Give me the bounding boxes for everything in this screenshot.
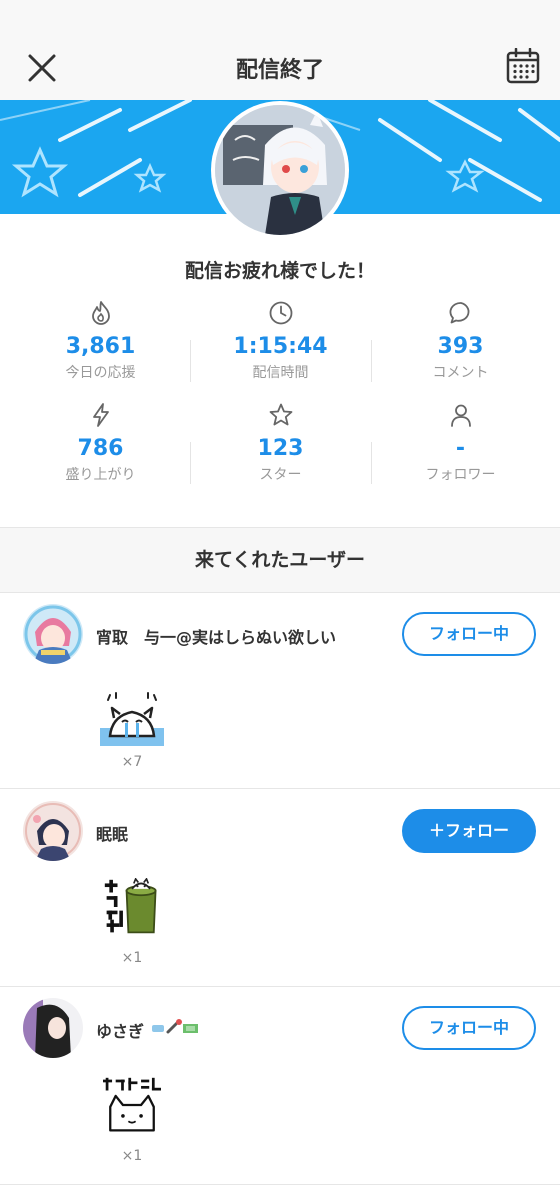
star-decoration — [445, 159, 485, 193]
sticker-count: ×7 — [121, 754, 143, 770]
stream-end-message: 配信お疲れ様でした！ — [184, 260, 375, 282]
stat-value: 123 — [257, 436, 304, 461]
stat-excitement: 786 盛り上がり — [7, 402, 194, 484]
calendar-icon[interactable] — [506, 48, 540, 84]
star-icon — [269, 403, 292, 426]
lightning-icon — [92, 403, 109, 427]
comment-icon — [449, 302, 469, 324]
avatar[interactable] — [23, 998, 83, 1058]
stat-label: 配信時間 — [252, 365, 309, 381]
streamer-avatar[interactable] — [211, 101, 349, 239]
stat-value: 3,861 — [65, 334, 136, 359]
avatar[interactable] — [23, 604, 83, 664]
following-button[interactable]: フォロー中 — [402, 1006, 536, 1050]
stat-label: 盛り上がり — [65, 467, 136, 483]
stat-followers: - フォロワー — [367, 402, 554, 484]
star-decoration — [11, 146, 69, 198]
stat-value: 393 — [437, 334, 484, 359]
stat-stars: 123 スター — [187, 402, 374, 484]
user-name[interactable]: 宵取 与一@実はしらぬい欲しい — [96, 624, 336, 648]
stat-label: コメント — [432, 365, 489, 381]
crying-cat-sticker — [100, 692, 164, 746]
following-button[interactable]: フォロー中 — [402, 612, 536, 656]
page-title: 配信終了 — [235, 58, 324, 83]
section-title: 来てくれたユーザー — [194, 549, 366, 571]
top-bar: 配信終了 — [0, 0, 560, 100]
stat-duration: 1:15:44 配信時間 — [187, 300, 374, 382]
sticker-count: ×1 — [121, 950, 143, 966]
user-name[interactable]: ゆさぎ — [96, 1018, 144, 1042]
stat-label: スター — [259, 467, 302, 483]
flame-icon — [91, 301, 110, 325]
divider — [0, 788, 560, 789]
follow-button[interactable]: ＋フォロー — [402, 809, 536, 853]
stat-value: 786 — [77, 436, 124, 461]
avatar[interactable] — [23, 801, 83, 861]
stat-label: フォロワー — [425, 467, 496, 483]
divider — [0, 986, 560, 987]
person-icon — [450, 404, 471, 427]
stat-comments: 393 コメント — [367, 300, 554, 382]
star-decoration — [133, 162, 167, 193]
otsukaresama-cat-sticker — [104, 878, 157, 934]
user-name[interactable]: 眠眠 — [96, 821, 128, 845]
stat-value: 1:15:44 — [233, 334, 328, 359]
clock-icon — [269, 301, 292, 325]
stat-value: - — [455, 436, 466, 461]
emoji-decoration — [152, 1019, 198, 1034]
stat-label: 今日の応援 — [65, 365, 136, 381]
divider — [0, 1184, 560, 1185]
stat-cheers: 3,861 今日の応援 — [7, 300, 194, 382]
visitors-section-header: 来てくれたユーザー — [0, 527, 560, 593]
wakaran-cat-sticker — [103, 1077, 161, 1132]
sticker-count: ×1 — [121, 1148, 143, 1164]
